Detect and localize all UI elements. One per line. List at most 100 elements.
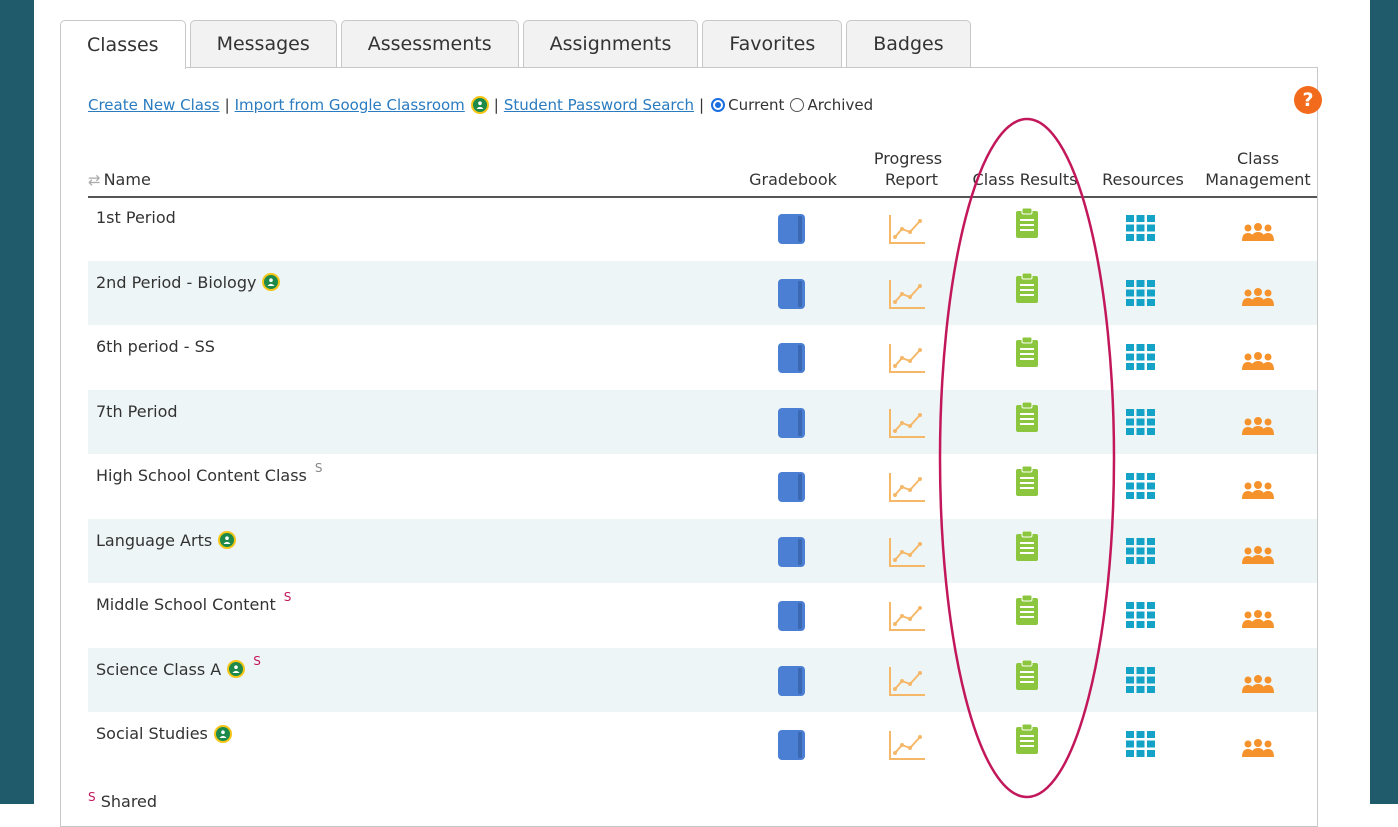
tab-assessments[interactable]: Assessments xyxy=(340,20,519,67)
gradebook-icon[interactable] xyxy=(778,601,805,631)
class-row: Middle School Content S xyxy=(88,583,1317,648)
resources-grid-icon[interactable] xyxy=(1126,473,1155,499)
progress-report-icon[interactable] xyxy=(888,471,926,503)
resources-grid-icon[interactable] xyxy=(1126,537,1155,564)
right-page-border xyxy=(1370,0,1398,804)
help-icon[interactable]: ? xyxy=(1294,86,1322,114)
class-results-clipboard-icon[interactable] xyxy=(1016,530,1038,561)
name-column-header[interactable]: ⇄ Name xyxy=(88,169,151,191)
class-name[interactable]: 7th Period xyxy=(96,402,178,421)
class-name[interactable]: Middle School Content S xyxy=(96,590,291,615)
gradebook-icon[interactable] xyxy=(778,407,805,438)
tab-assignments[interactable]: Assignments xyxy=(522,20,699,67)
class-results-clipboard-icon[interactable] xyxy=(1016,724,1038,754)
class-row: Language Arts xyxy=(88,518,1317,583)
shared-legend-text: Shared xyxy=(100,792,158,811)
google-classroom-icon xyxy=(213,724,232,743)
class-name[interactable]: 1st Period xyxy=(96,208,176,227)
class-results-clipboard-icon[interactable] xyxy=(1016,595,1038,625)
class-row: 7th Period xyxy=(88,389,1317,454)
progress-report-icon[interactable] xyxy=(888,213,926,245)
gradebook-icon[interactable] xyxy=(778,536,805,567)
archived-radio[interactable] xyxy=(790,98,805,112)
resources-grid-icon[interactable] xyxy=(1126,344,1155,370)
class-name[interactable]: Language Arts xyxy=(96,530,237,550)
student-password-search-link[interactable]: Student Password Search xyxy=(504,96,694,114)
class-name[interactable]: Science Class A S xyxy=(96,654,261,679)
gradebook-icon[interactable] xyxy=(778,472,805,502)
class-row: Science Class A S xyxy=(88,647,1317,712)
class-results-clipboard-icon[interactable] xyxy=(1016,659,1038,690)
class-management-header-line-1: Class xyxy=(1236,148,1280,168)
current-radio[interactable] xyxy=(711,98,726,112)
progress-header-line-1: Progress xyxy=(873,148,943,168)
class-name[interactable]: Social Studies xyxy=(96,724,232,743)
google-classroom-icon xyxy=(218,531,237,549)
shared-legend: S Shared xyxy=(88,790,158,811)
class-management-users-icon[interactable] xyxy=(1242,738,1274,758)
class-name-label: Science Class A xyxy=(96,659,222,679)
current-radio-label: Current xyxy=(728,96,785,114)
progress-report-icon[interactable] xyxy=(888,278,926,310)
class-management-users-icon[interactable] xyxy=(1242,545,1274,565)
class-management-column-header: Class Management xyxy=(1200,148,1316,191)
toolbar-separator: | xyxy=(493,96,499,114)
progress-header-line-2: Report xyxy=(884,170,938,190)
class-results-clipboard-icon[interactable] xyxy=(1016,337,1038,367)
gradebook-column-header: Gradebook xyxy=(749,170,837,190)
tab-bar: Classes Messages Assessments Assignments… xyxy=(60,20,971,69)
class-name[interactable]: 6th period - SS xyxy=(96,337,215,356)
progress-report-icon[interactable] xyxy=(888,600,926,632)
progress-report-icon[interactable] xyxy=(888,342,926,374)
class-management-users-icon[interactable] xyxy=(1242,222,1274,242)
shared-marker: S xyxy=(283,589,292,604)
import-google-classroom-link[interactable]: Import from Google Classroom xyxy=(235,96,465,114)
gradebook-icon[interactable] xyxy=(778,665,805,696)
resources-grid-icon[interactable] xyxy=(1126,279,1155,306)
archived-radio-label: Archived xyxy=(807,96,874,114)
class-results-clipboard-icon[interactable] xyxy=(1016,272,1038,303)
progress-report-icon[interactable] xyxy=(888,407,926,439)
class-name-label: 2nd Period - Biology xyxy=(96,272,257,292)
class-name[interactable]: High School Content Class S xyxy=(96,461,323,486)
progress-report-column-header: Progress Report xyxy=(858,148,958,191)
resources-grid-icon[interactable] xyxy=(1126,215,1155,241)
resources-column-header: Resources xyxy=(1102,170,1184,190)
resources-grid-icon[interactable] xyxy=(1126,731,1155,757)
class-management-users-icon[interactable] xyxy=(1242,480,1274,500)
class-management-users-icon[interactable] xyxy=(1242,674,1274,694)
progress-report-icon[interactable] xyxy=(888,536,926,568)
create-new-class-link[interactable]: Create New Class xyxy=(88,96,220,114)
tab-badges[interactable]: Badges xyxy=(846,20,971,67)
class-name-label: 6th period - SS xyxy=(96,337,215,356)
progress-report-icon[interactable] xyxy=(888,729,926,761)
gradebook-icon[interactable] xyxy=(778,278,805,309)
progress-report-icon[interactable] xyxy=(888,665,926,697)
resources-grid-icon[interactable] xyxy=(1126,408,1155,435)
class-name-label: High School Content Class xyxy=(96,466,307,485)
tab-classes[interactable]: Classes xyxy=(60,20,186,69)
class-results-clipboard-icon[interactable] xyxy=(1016,466,1038,496)
tab-favorites[interactable]: Favorites xyxy=(702,20,843,67)
shared-marker: S xyxy=(253,654,261,668)
class-name-label: 1st Period xyxy=(96,208,176,227)
resources-grid-icon[interactable] xyxy=(1126,602,1155,628)
tab-messages[interactable]: Messages xyxy=(189,20,337,67)
gradebook-icon[interactable] xyxy=(778,730,805,760)
gradebook-icon[interactable] xyxy=(778,214,805,244)
class-row: Social Studies xyxy=(88,712,1317,777)
class-name[interactable]: 2nd Period - Biology xyxy=(96,272,281,292)
google-classroom-icon[interactable] xyxy=(470,96,489,114)
class-results-clipboard-icon[interactable] xyxy=(1016,401,1038,432)
class-management-users-icon[interactable] xyxy=(1242,287,1274,307)
classes-table-body: 1st Period 2nd Period - Biology 6th peri… xyxy=(88,196,1317,777)
google-classroom-icon xyxy=(227,660,246,678)
class-management-users-icon[interactable] xyxy=(1242,609,1274,629)
class-management-users-icon[interactable] xyxy=(1242,416,1274,436)
gradebook-icon[interactable] xyxy=(778,343,805,373)
resources-grid-icon[interactable] xyxy=(1126,666,1155,693)
class-name-label: Language Arts xyxy=(96,530,213,550)
class-management-users-icon[interactable] xyxy=(1242,351,1274,371)
class-results-clipboard-icon[interactable] xyxy=(1016,208,1038,238)
sort-arrows-icon[interactable]: ⇄ xyxy=(88,170,101,190)
